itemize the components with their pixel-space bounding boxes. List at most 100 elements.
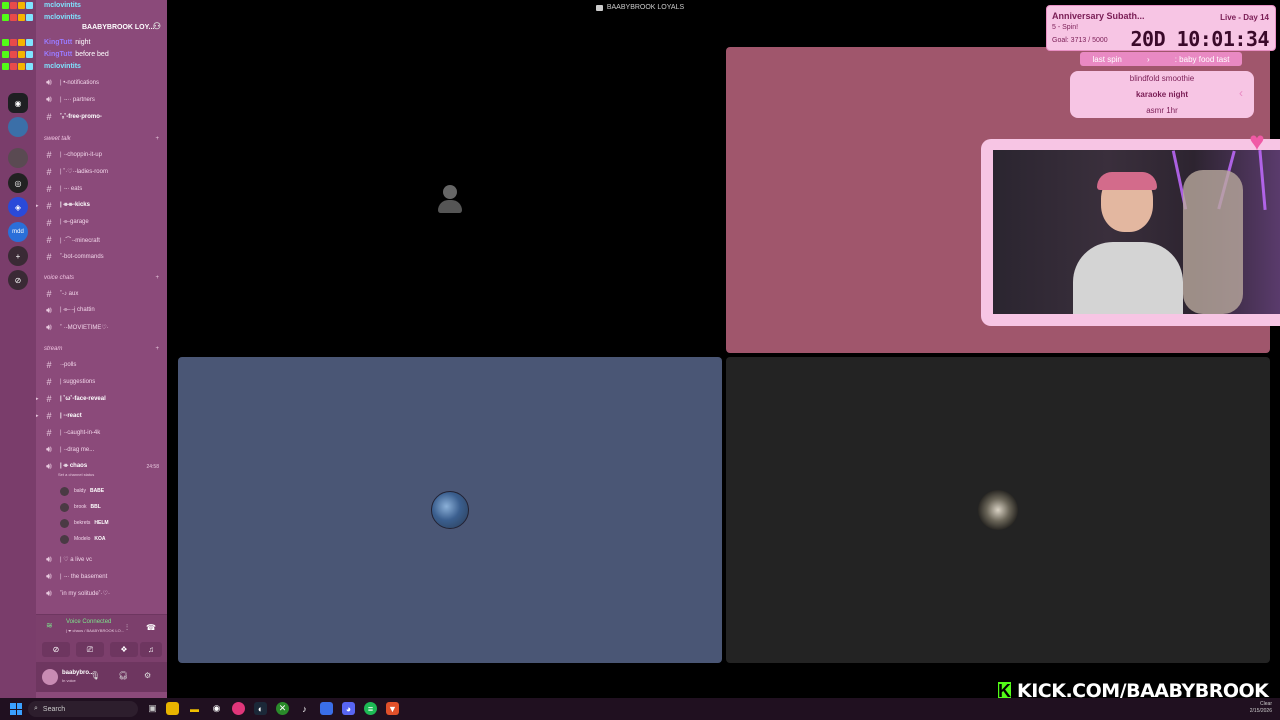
app-icon bbox=[595, 4, 603, 11]
voice-user[interactable]: Modelo KOA bbox=[60, 532, 160, 546]
channel-item[interactable]: # | ˚·♡·-ladies-room bbox=[36, 164, 167, 179]
chevron-left-icon: ‹ bbox=[1239, 86, 1243, 100]
system-tray[interactable]: Clear 2/15/2026 bbox=[1250, 701, 1272, 715]
channel-item[interactable]: # ˚-bot-commands bbox=[36, 249, 167, 264]
video-tile-1[interactable] bbox=[178, 47, 722, 353]
subathon-title: Anniversary Subath... bbox=[1052, 11, 1145, 21]
chat-username: KingTutt bbox=[44, 39, 73, 46]
video-tile-4[interactable] bbox=[726, 357, 1270, 663]
expand-icon[interactable]: ▸ bbox=[36, 396, 39, 402]
channel-item[interactable]: # | ·⌒·-minecraft bbox=[36, 232, 167, 247]
channel-label: | ·-choppin-it-up bbox=[60, 151, 102, 158]
headphones-icon[interactable]: 🎧︎ bbox=[118, 671, 128, 680]
channel-item[interactable]: # | ·-caught-in-4k bbox=[36, 425, 167, 440]
app-icon[interactable] bbox=[320, 702, 333, 715]
spotify-icon[interactable]: ≡ bbox=[364, 702, 377, 715]
channel-label: ˚ₓ˚-free-promo- bbox=[60, 113, 102, 120]
xbox-icon[interactable]: ✕ bbox=[276, 702, 289, 715]
category-voice-chats[interactable]: voice chats + bbox=[44, 275, 167, 281]
discord-home-icon[interactable]: ◉ bbox=[8, 93, 28, 113]
app-icon[interactable] bbox=[232, 702, 245, 715]
channel-label: | ⌯⌯-kicks bbox=[60, 202, 90, 208]
server-icon[interactable]: ◎ bbox=[8, 173, 28, 193]
channel-item[interactable]: # | ·-choppin-it-up bbox=[36, 147, 167, 162]
add-channel-icon[interactable]: + bbox=[155, 136, 159, 142]
earth-avatar bbox=[431, 491, 469, 529]
channel-item[interactable]: 🔊︎ ˚ ·-MOVIETIME♡· bbox=[36, 320, 167, 335]
avatar bbox=[60, 502, 69, 512]
channel-item[interactable]: # ˚ₓ˚-free-promo- bbox=[36, 109, 167, 124]
voice-status[interactable]: Voice Connected bbox=[66, 619, 111, 625]
hash-icon: # bbox=[46, 234, 52, 245]
channel-label: | ·-·· partners bbox=[60, 96, 95, 103]
channel-item[interactable]: # | ·-· eats bbox=[36, 181, 167, 196]
video-tile-3[interactable] bbox=[178, 357, 722, 663]
channel-item[interactable]: # ˚-♪ aux bbox=[36, 286, 167, 301]
task-view-icon[interactable]: ▣ bbox=[146, 702, 159, 715]
chevron-right-icon: › bbox=[1146, 54, 1150, 64]
steam-icon[interactable]: ◐ bbox=[254, 702, 267, 715]
camera-button[interactable]: ⊘ bbox=[42, 642, 70, 657]
brave-icon[interactable]: ▼ bbox=[386, 702, 399, 715]
invite-icon[interactable]: ⚇ bbox=[153, 21, 161, 32]
server-icon[interactable] bbox=[8, 148, 28, 168]
obs-icon[interactable]: ◉ bbox=[210, 702, 223, 715]
category-stream[interactable]: stream + bbox=[44, 346, 167, 352]
channel-item[interactable]: 🔊︎ | •-notifications bbox=[36, 75, 167, 90]
channel-label: | ·⌒·-minecraft bbox=[60, 238, 100, 244]
channel-item[interactable]: ▸ # | ˚ω˚-face-reveal bbox=[36, 391, 167, 406]
channel-item[interactable]: 🔊︎ | ⌯-·-j chattin bbox=[36, 303, 167, 318]
server-icon[interactable]: mdd bbox=[8, 222, 28, 242]
hash-icon: # bbox=[46, 217, 52, 228]
gear-icon[interactable]: ⚙ bbox=[144, 671, 151, 680]
add-channel-icon[interactable]: + bbox=[155, 346, 159, 352]
discord-icon[interactable]: ◕ bbox=[342, 702, 355, 715]
expand-icon[interactable]: ▸ bbox=[36, 413, 39, 419]
avatar[interactable] bbox=[42, 669, 58, 685]
folder-icon[interactable]: ▬ bbox=[188, 702, 201, 715]
chat-message: mclovintits bbox=[2, 61, 84, 72]
voice-channel-chaos[interactable]: 🔊︎ | ⌯ chaos 24:58 bbox=[36, 459, 167, 474]
activities-button[interactable]: ❖ bbox=[110, 642, 138, 657]
channel-item[interactable]: ▸ # | ⌯⌯-kicks bbox=[36, 198, 167, 213]
channel-item[interactable]: # | suggestions bbox=[36, 374, 167, 389]
channel-item[interactable]: 🔊︎ | ♡ a live vc bbox=[36, 552, 167, 567]
add-server-icon[interactable]: + bbox=[8, 246, 28, 266]
mic-icon[interactable]: 🎙︎ bbox=[90, 671, 100, 680]
channel-status[interactable]: Set a channel status bbox=[58, 472, 94, 477]
channel-label: | suggestions bbox=[60, 378, 96, 385]
screen-share-button[interactable]: ⎚ bbox=[76, 642, 104, 657]
channel-item[interactable]: 🔊︎ | ·-· the basement bbox=[36, 569, 167, 584]
tiktok-icon[interactable]: ♪ bbox=[298, 702, 311, 715]
disconnect-icon[interactable]: ☎ bbox=[146, 623, 156, 632]
category-sweet-talk[interactable]: sweet talk + bbox=[44, 136, 167, 142]
server-icon[interactable]: ◈ bbox=[8, 197, 28, 217]
voice-user[interactable]: brook BBL bbox=[60, 500, 160, 514]
windows-start-icon[interactable] bbox=[10, 703, 22, 715]
add-channel-icon[interactable]: + bbox=[155, 275, 159, 281]
channel-item[interactable]: 🔊︎ | ·-drag me... bbox=[36, 442, 167, 457]
server-icon[interactable] bbox=[8, 117, 28, 137]
channel-label: ˚ ·-MOVIETIME♡· bbox=[60, 325, 109, 331]
channel-item[interactable]: 🔊︎ | ·-·· partners bbox=[36, 92, 167, 107]
file-explorer-icon[interactable] bbox=[166, 702, 179, 715]
voice-panel: ≋ Voice Connected | ⌯ chaos / BAABYBROOK… bbox=[36, 614, 167, 662]
voice-time: 24:58 bbox=[146, 463, 159, 470]
voice-user[interactable]: baldy BABE bbox=[60, 484, 160, 498]
voice-user-name: brook bbox=[74, 504, 87, 510]
discover-icon[interactable]: ⊘ bbox=[8, 270, 28, 290]
channel-item[interactable]: ▸ # | ·-react bbox=[36, 408, 167, 423]
signal-icon[interactable]: ≋ bbox=[46, 621, 53, 630]
channel-item[interactable]: # ·-polls bbox=[36, 357, 167, 372]
soundboard-button[interactable]: ♫ bbox=[140, 642, 162, 657]
server-rail: ◉ ◎ ◈ mdd + ⊘ bbox=[0, 0, 36, 700]
expand-icon[interactable]: ▸ bbox=[36, 203, 39, 209]
channel-item[interactable]: # | ⌯-garage bbox=[36, 215, 167, 230]
chat-overlay: mclovintits mclovintits KingTutt night KingT… bbox=[2, 0, 132, 72]
voice-user[interactable]: bekrets HELM bbox=[60, 516, 160, 530]
channel-item[interactable]: 🔊︎ ˚in my solitude˚·♡· bbox=[36, 586, 167, 601]
taskbar-search[interactable]: ⌕ Search bbox=[28, 701, 138, 717]
chat-username: KingTutt bbox=[44, 51, 73, 58]
noise-icon[interactable]: ⫶ bbox=[126, 623, 128, 633]
chat-message: KingTutt night bbox=[2, 37, 90, 48]
